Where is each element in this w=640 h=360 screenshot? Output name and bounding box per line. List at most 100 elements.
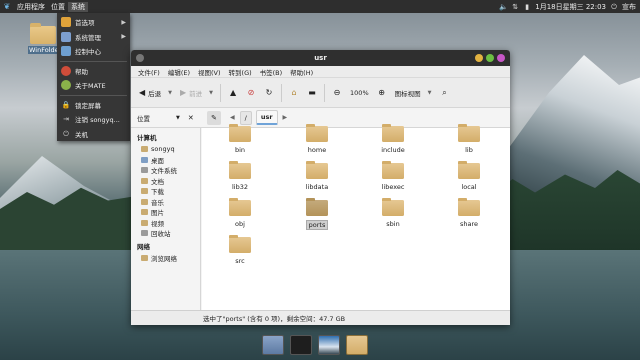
sidebar-item-videos[interactable]: 视频 bbox=[131, 218, 200, 229]
folder-icon bbox=[306, 198, 328, 216]
menu-system[interactable]: 系统 bbox=[68, 1, 88, 12]
reload-icon[interactable]: ↻ bbox=[262, 86, 276, 100]
menu-item-admin[interactable]: 系统管理 ▶ bbox=[57, 30, 130, 45]
folder-item[interactable]: local bbox=[444, 161, 494, 191]
folder-item[interactable]: lib bbox=[444, 124, 494, 154]
sidebar-item-desktop[interactable]: 桌面 bbox=[131, 155, 200, 166]
maximize-button[interactable] bbox=[486, 54, 494, 62]
view-mode-select[interactable]: 图标视图 ▼ bbox=[391, 83, 436, 103]
search-icon[interactable]: ⌕ bbox=[437, 86, 451, 100]
crumb-right-icon[interactable]: ▶ bbox=[283, 114, 288, 121]
places-sidebar: 计算机 songyq 桌面 文件系统 文档 下载 音乐 图片 视频 回收站 网络… bbox=[131, 128, 201, 310]
menu-help[interactable]: 帮助(H) bbox=[286, 67, 317, 77]
user-label[interactable]: 宣布 bbox=[622, 2, 636, 12]
folder-label: obj bbox=[235, 220, 245, 228]
desktop-folder[interactable]: WinFolder bbox=[28, 23, 63, 54]
sidebar-item-filesystem[interactable]: 文件系统 bbox=[131, 165, 200, 176]
up-icon[interactable]: ▲ bbox=[226, 86, 240, 100]
mate-logo-icon[interactable]: ❦ bbox=[0, 2, 14, 11]
folder-icon bbox=[306, 161, 328, 179]
sidebar-item-documents[interactable]: 文档 bbox=[131, 176, 200, 187]
sidebar-item-music[interactable]: 音乐 bbox=[131, 197, 200, 208]
dropdown-icon: ▼ bbox=[427, 89, 432, 96]
folder-icon bbox=[458, 161, 480, 179]
sidebar-item-label: songyq bbox=[151, 145, 175, 154]
computer-icon[interactable]: ▬ bbox=[305, 86, 319, 100]
close-sidebar-icon[interactable]: ✕ bbox=[188, 114, 194, 122]
folder-item[interactable]: libdata bbox=[292, 161, 342, 191]
folder-label: bin bbox=[234, 146, 246, 154]
menu-places[interactable]: 位置 bbox=[48, 2, 68, 12]
forward-button[interactable]: ▶ 前进 ▼ bbox=[176, 83, 217, 103]
sidebar-item-label: 音乐 bbox=[151, 198, 164, 207]
folder-item[interactable]: libexec bbox=[368, 161, 418, 191]
folder-item[interactable]: sbin bbox=[368, 198, 418, 228]
menu-view[interactable]: 视图(V) bbox=[194, 67, 225, 77]
sidebar-item-downloads[interactable]: 下载 bbox=[131, 186, 200, 197]
home-icon[interactable]: ⌂ bbox=[287, 86, 301, 100]
preferences-icon bbox=[61, 17, 71, 28]
window-menu-button[interactable] bbox=[136, 54, 144, 62]
sidebar-item-home[interactable]: songyq bbox=[131, 144, 200, 155]
menu-item-logout[interactable]: ⇥ 注销 songyq... bbox=[57, 112, 130, 127]
zoom-in-icon[interactable]: ⊕ bbox=[375, 86, 389, 100]
back-label: 后退 bbox=[148, 89, 162, 98]
sidebar-item-trash[interactable]: 回收站 bbox=[131, 228, 200, 239]
folder-item[interactable]: obj bbox=[215, 198, 265, 228]
network-icon[interactable]: ⇅ bbox=[511, 3, 519, 11]
folder-item[interactable]: src bbox=[215, 235, 265, 265]
folder-label: lib bbox=[465, 146, 473, 154]
battery-icon[interactable]: ▮ bbox=[523, 3, 531, 11]
menu-edit[interactable]: 编辑(E) bbox=[164, 67, 194, 77]
folder-icon bbox=[382, 198, 404, 216]
window-title: usr bbox=[314, 54, 327, 62]
menu-item-control-center[interactable]: 控制中心 bbox=[57, 44, 130, 59]
stop-icon[interactable]: ⊘ bbox=[244, 86, 258, 100]
menu-applications[interactable]: 应用程序 bbox=[14, 2, 48, 12]
dock-item-folder[interactable] bbox=[346, 335, 368, 355]
window-controls bbox=[475, 54, 505, 62]
folder-label: ports bbox=[305, 220, 329, 230]
folder-icon bbox=[382, 124, 404, 142]
folder-item[interactable]: bin bbox=[215, 124, 265, 154]
submenu-arrow-icon: ▶ bbox=[121, 33, 126, 41]
crumb-left-icon[interactable]: ◀ bbox=[230, 114, 235, 121]
dock-item-preview-1[interactable] bbox=[262, 335, 284, 355]
menu-item-preferences[interactable]: 首选项 ▶ bbox=[57, 15, 130, 30]
power-icon[interactable]: ⏻ bbox=[610, 3, 618, 11]
dock-item-terminal[interactable] bbox=[290, 335, 312, 355]
folder-item[interactable]: ports bbox=[292, 198, 342, 230]
clock[interactable]: 1月18日星期三 22:03 bbox=[535, 2, 606, 12]
icon-view[interactable]: bin home include lib lib32 libdata libexec loca… bbox=[202, 124, 510, 310]
folder-item[interactable]: lib32 bbox=[215, 161, 265, 191]
mate-icon bbox=[61, 80, 71, 91]
folder-label: libdata bbox=[305, 183, 329, 191]
close-button[interactable] bbox=[497, 54, 505, 62]
folder-item[interactable]: home bbox=[292, 124, 342, 154]
back-button[interactable]: ◀ 后退 ▼ bbox=[135, 83, 176, 103]
trash-icon bbox=[141, 230, 148, 237]
menu-item-about-mate[interactable]: 关于MATE bbox=[57, 78, 130, 93]
menu-item-help[interactable]: 帮助 bbox=[57, 64, 130, 79]
folder-item[interactable]: share bbox=[444, 198, 494, 228]
folder-item[interactable]: include bbox=[368, 124, 418, 154]
menu-item-shutdown[interactable]: ⏻ 关机 bbox=[57, 127, 130, 142]
menu-item-label: 注销 songyq... bbox=[75, 116, 120, 125]
dock-item-image-viewer[interactable] bbox=[318, 335, 340, 355]
sidebar-selector[interactable]: 位置 ▼ ✕ bbox=[131, 108, 201, 128]
volume-icon[interactable]: 🔈 bbox=[499, 3, 508, 11]
folder-icon bbox=[229, 124, 251, 142]
zoom-out-icon[interactable]: ⊖ bbox=[330, 86, 344, 100]
crumb-root[interactable]: / bbox=[239, 110, 252, 125]
menu-item-lock-screen[interactable]: 🔒 锁定屏幕 bbox=[57, 98, 130, 113]
window-titlebar[interactable]: usr bbox=[131, 50, 510, 66]
edit-location-icon[interactable]: ✎ bbox=[207, 110, 221, 125]
crumb-usr[interactable]: usr bbox=[255, 110, 278, 125]
sidebar-item-pictures[interactable]: 图片 bbox=[131, 207, 200, 218]
minimize-button[interactable] bbox=[475, 54, 483, 62]
bottom-dock bbox=[262, 333, 368, 355]
sidebar-item-browse-network[interactable]: 浏览网络 bbox=[131, 253, 200, 264]
menu-file[interactable]: 文件(F) bbox=[134, 67, 164, 77]
menu-bookmarks[interactable]: 书签(B) bbox=[256, 67, 287, 77]
menu-go[interactable]: 转到(G) bbox=[225, 67, 256, 77]
